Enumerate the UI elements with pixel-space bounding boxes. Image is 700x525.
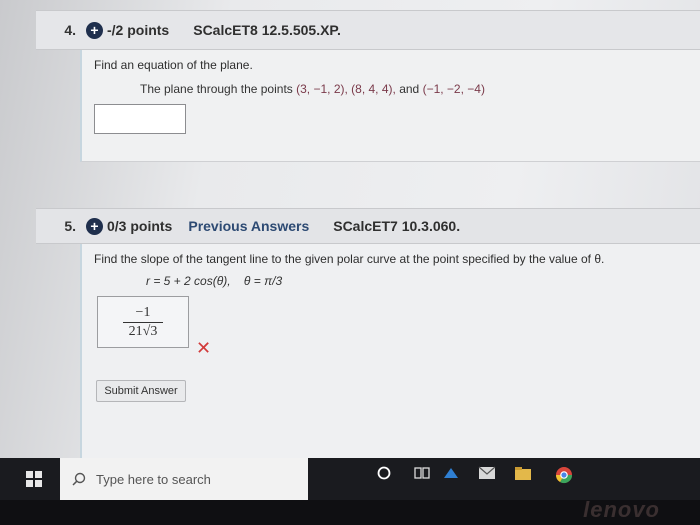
polar-equation: r = 5 + 2 cos(θ), θ = π/3 [146, 274, 282, 288]
chrome-icon[interactable] [555, 466, 573, 484]
point-2: (8, 4, 4), [351, 82, 396, 96]
question-number: 4. [64, 22, 76, 38]
question-source: SCalcET8 12.5.505.XP. [193, 22, 341, 38]
question-prompt: Find an equation of the plane. [94, 58, 253, 72]
question-4-body: Find an equation of the plane. The plane… [80, 50, 700, 162]
task-view-icon[interactable] [414, 466, 430, 480]
answer-fraction-box[interactable]: −1 21√3 [97, 296, 189, 348]
question-4-header: 4. + -/2 points SCalcET8 12.5.505.XP. [36, 10, 700, 50]
previous-answers-link[interactable]: Previous Answers [188, 218, 309, 234]
cortana-icon[interactable] [377, 466, 391, 480]
answer-denominator: 21√3 [128, 323, 158, 339]
plane-answer-input[interactable] [94, 104, 186, 134]
browser-viewport: 4. + -/2 points SCalcET8 12.5.505.XP. Fi… [0, 0, 700, 458]
search-placeholder: Type here to search [96, 471, 211, 487]
question-prompt: Find the slope of the tangent line to th… [94, 252, 605, 266]
equation-text: r = 5 + 2 cos(θ), [146, 274, 231, 288]
windows-taskbar: Type here to search [0, 458, 700, 500]
question-source: SCalcET7 10.3.060. [333, 218, 461, 234]
point-3: (−1, −2, −4) [422, 82, 485, 96]
expand-plus-icon[interactable]: + [86, 21, 103, 39]
windows-start-icon[interactable] [26, 471, 42, 487]
mail-icon[interactable] [478, 466, 496, 480]
question-number: 5. [64, 218, 76, 234]
edge-browser-icon[interactable] [442, 466, 460, 482]
search-icon [72, 472, 86, 486]
question-points: 0/3 points [107, 218, 173, 234]
question-5-header: 5. + 0/3 points Previous Answers SCalcET… [36, 208, 700, 244]
submit-answer-button[interactable]: Submit Answer [96, 380, 186, 402]
incorrect-x-icon: ✕ [196, 338, 212, 358]
answer-numerator: −1 [135, 304, 151, 320]
plane-description: The plane through the points (3, −1, 2),… [140, 82, 485, 96]
plane-text: The plane through the points [140, 82, 293, 96]
file-explorer-icon[interactable] [514, 466, 532, 482]
expand-plus-icon[interactable]: + [86, 217, 103, 235]
question-points: -/2 points [107, 22, 170, 38]
theta-value: θ = π/3 [243, 274, 283, 288]
question-5-body: Find the slope of the tangent line to th… [80, 244, 700, 458]
lenovo-logo: lenovo [583, 497, 660, 522]
taskbar-search-box[interactable]: Type here to search [60, 458, 308, 500]
point-1: (3, −1, 2), [296, 82, 348, 96]
and-text: and [399, 82, 420, 96]
